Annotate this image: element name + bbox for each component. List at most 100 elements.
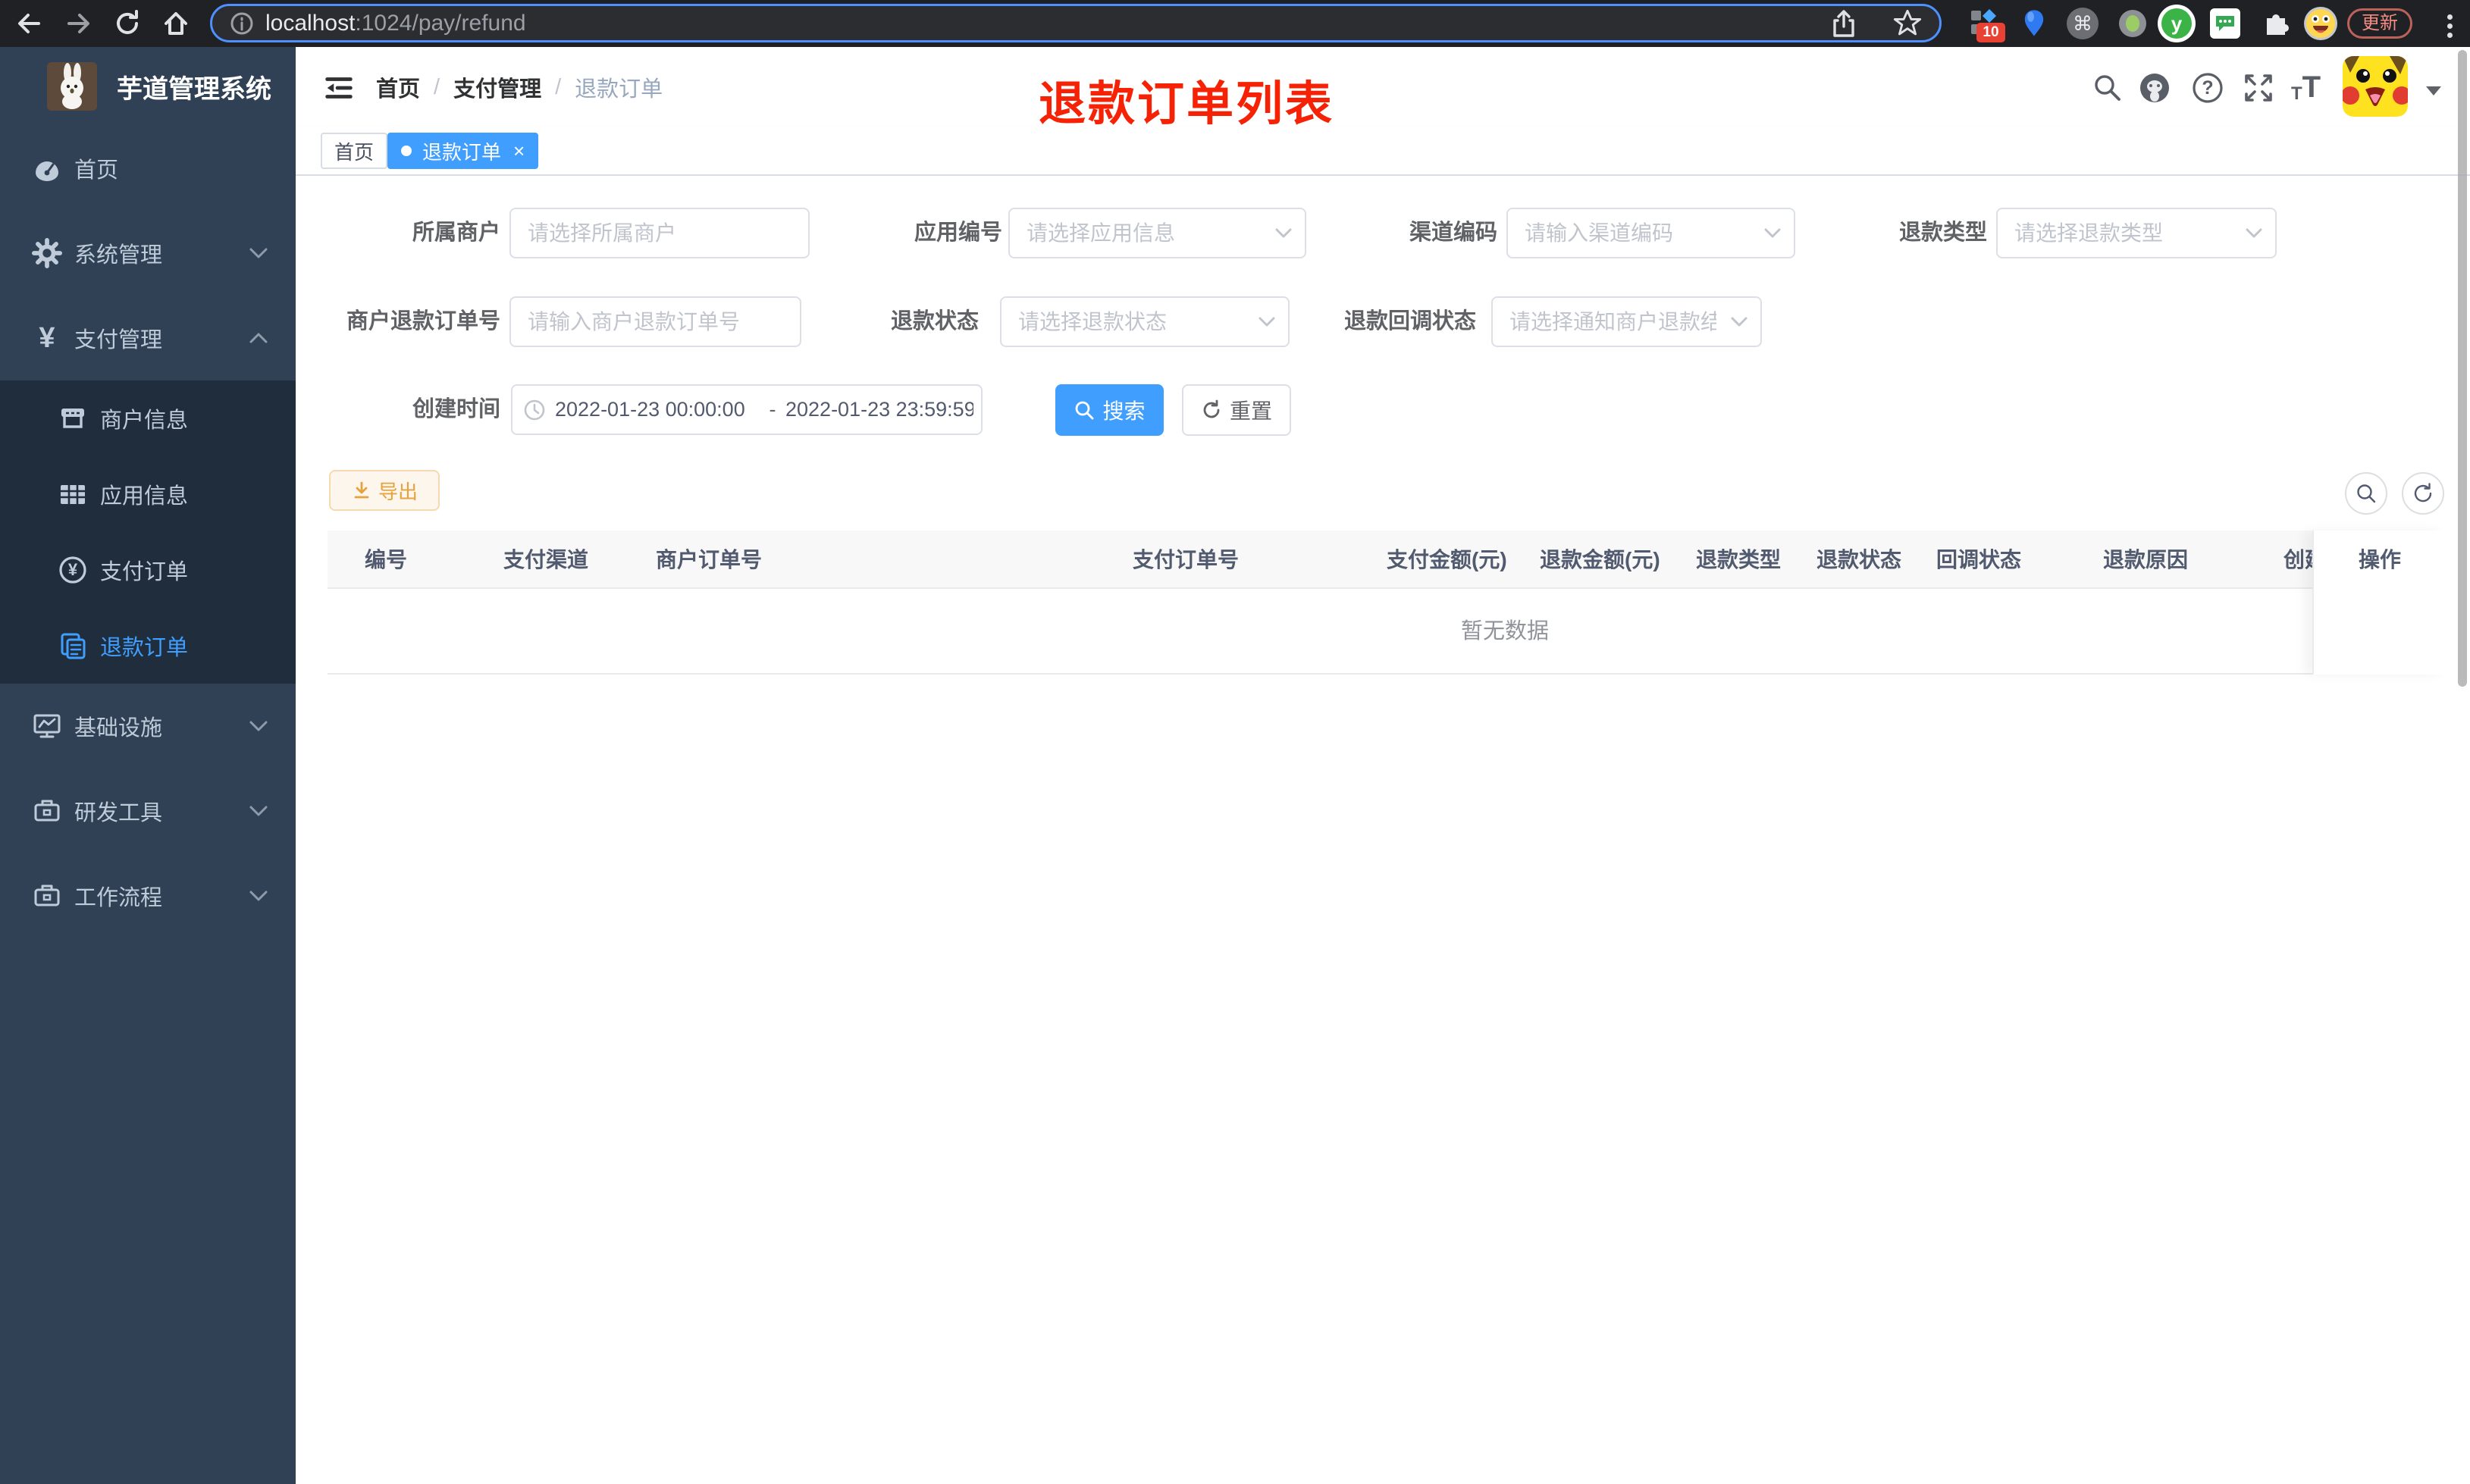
bookmark-star-icon[interactable]	[1892, 8, 1923, 39]
sidebar-item-pay-order[interactable]: ¥ 支付订单	[0, 532, 296, 608]
clock-icon	[523, 399, 546, 421]
chevron-up-icon	[249, 332, 268, 344]
fixed-operation-column: 操作	[2312, 531, 2446, 675]
refund-type-select[interactable]	[1996, 208, 2277, 258]
tab-home[interactable]: 首页	[321, 133, 388, 169]
export-button[interactable]: 导出	[329, 470, 440, 511]
search-button[interactable]: 搜索	[1055, 384, 1164, 436]
channel-input[interactable]	[1508, 209, 1794, 257]
refund-status-select[interactable]	[1000, 296, 1290, 347]
merchant-select[interactable]	[509, 208, 810, 258]
address-bar[interactable]: localhost:1024/pay/refund	[210, 4, 1942, 42]
column-header[interactable]: 操作	[2314, 531, 2446, 589]
extension-y-icon[interactable]: y	[2158, 5, 2196, 42]
search-icon[interactable]	[2091, 71, 2124, 105]
monitor-chart-icon	[30, 709, 64, 743]
site-info-icon[interactable]	[229, 11, 255, 36]
search-icon	[1074, 399, 1095, 421]
tags-view-bar: 首页 退款订单 ×	[296, 127, 2470, 176]
column-header[interactable]: 支付金额(元)	[1387, 531, 1507, 589]
fullscreen-icon[interactable]	[2242, 71, 2275, 105]
download-icon	[351, 480, 372, 501]
active-tab-dot	[401, 146, 412, 156]
browser-menu-icon[interactable]	[2447, 11, 2453, 42]
briefcase-icon	[30, 879, 64, 913]
date-range-start-value[interactable]: 2022-01-23 00:00:00	[555, 398, 760, 421]
column-header[interactable]: 退款原因	[2103, 531, 2188, 589]
sidebar-collapse-icon[interactable]	[321, 70, 356, 105]
tab-refund-order[interactable]: 退款订单 ×	[387, 133, 539, 169]
url-text[interactable]: localhost:1024/pay/refund	[265, 11, 526, 36]
merchant-refund-no-field[interactable]	[509, 296, 801, 347]
profile-avatar-icon[interactable]	[2303, 6, 2338, 41]
sidebar-item-refund-order[interactable]: 退款订单	[0, 608, 296, 684]
top-navbar: 首页 / 支付管理 / 退款订单 退款订单列表 ? T T	[296, 47, 2470, 130]
extensions-puzzle-icon[interactable]	[2261, 8, 2291, 38]
filter-label-notify-status: 退款回调状态	[1343, 309, 1476, 333]
sidebar-item-label: 退款订单	[100, 636, 189, 660]
breadcrumb-home[interactable]: 首页	[376, 71, 420, 103]
breadcrumb-separator: /	[555, 74, 562, 99]
column-header[interactable]: 商户订单号	[656, 531, 762, 589]
column-header[interactable]: 回调状态	[1936, 531, 2021, 589]
column-header[interactable]: 退款类型	[1696, 531, 1781, 589]
extension-command-icon[interactable]: ⌘	[2067, 8, 2099, 39]
y-glyph: y	[2161, 8, 2192, 39]
tab-close-icon[interactable]: ×	[513, 141, 525, 161]
column-header[interactable]: 退款状态	[1816, 531, 1901, 589]
column-header[interactable]: 支付订单号	[1133, 531, 1239, 589]
page-content: 所属商户 应用编号 渠道编码 退款类型 商户退款订单号	[296, 176, 2470, 1484]
refund-type-input[interactable]	[1998, 209, 2275, 257]
column-header[interactable]: 支付渠道	[503, 531, 588, 589]
sidebar-item-system[interactable]: 系统管理	[0, 211, 296, 296]
sidebar-item-label: 应用信息	[100, 484, 189, 509]
github-icon[interactable]	[2138, 71, 2171, 105]
filter-label-refund-status: 退款状态	[890, 309, 979, 333]
share-icon[interactable]	[1830, 8, 1857, 39]
extension-balloon-icon[interactable]	[2020, 8, 2048, 39]
channel-select[interactable]	[1506, 208, 1795, 258]
sidebar-item-merchant-info[interactable]: 商户信息	[0, 380, 296, 456]
page-scrollbar[interactable]	[2458, 50, 2467, 687]
show-search-toggle-button[interactable]	[2345, 472, 2387, 515]
font-size-icon[interactable]: TT	[2291, 70, 2324, 105]
create-time-range-picker[interactable]: 2022-01-23 00:00:00 - 2022-01-23 23:59:5…	[511, 384, 983, 435]
avatar-caret-down-icon[interactable]	[2426, 86, 2441, 95]
notify-status-input[interactable]	[1493, 298, 1760, 346]
date-range-end-value[interactable]: 2022-01-23 23:59:59	[785, 398, 973, 421]
breadcrumb-payment[interactable]: 支付管理	[453, 71, 541, 103]
browser-forward-button[interactable]	[64, 8, 94, 39]
table-body: 暂无数据	[328, 589, 2446, 675]
chevron-down-icon	[1730, 317, 1748, 327]
help-question-icon[interactable]: ?	[2191, 71, 2224, 105]
column-header[interactable]: 编号	[365, 531, 407, 589]
sidebar-item-dev-tools[interactable]: 研发工具	[0, 769, 296, 853]
reset-button-label: 重置	[1229, 399, 1272, 423]
sidebar-item-payment[interactable]: ¥ 支付管理	[0, 296, 296, 380]
extension-chat-icon[interactable]	[2209, 8, 2241, 39]
app-select[interactable]	[1008, 208, 1306, 258]
notify-status-select[interactable]	[1491, 296, 1762, 347]
refresh-table-button[interactable]	[2402, 472, 2444, 515]
column-header[interactable]: 退款金额(元)	[1540, 531, 1660, 589]
shop-icon	[58, 403, 88, 434]
refund-status-input[interactable]	[1001, 298, 1288, 346]
merchant-refund-no-input[interactable]	[511, 298, 800, 346]
refund-order-table: 编号 支付渠道 商户订单号 支付订单号 支付金额(元) 退款金额(元) 退款类型…	[328, 531, 2446, 675]
reset-button[interactable]: 重置	[1182, 384, 1291, 436]
sidebar: 芋道管理系统 首页 系统管理 ¥ 支付管理 商户信息 应用信息 ¥ 支付订单 退…	[0, 47, 296, 1484]
browser-back-button[interactable]	[14, 8, 44, 39]
sidebar-item-app-info[interactable]: 应用信息	[0, 456, 296, 532]
browser-reload-button[interactable]	[112, 8, 143, 39]
browser-home-button[interactable]	[161, 8, 191, 39]
document-copy-icon	[58, 631, 88, 661]
sidebar-logo[interactable]: 芋道管理系统	[0, 47, 296, 126]
sidebar-item-home[interactable]: 首页	[0, 126, 296, 211]
merchant-input[interactable]	[511, 209, 808, 257]
sidebar-item-workflow[interactable]: 工作流程	[0, 853, 296, 938]
app-input[interactable]	[1010, 209, 1305, 257]
user-avatar[interactable]	[2343, 56, 2408, 117]
extension-gray-green-icon[interactable]	[2117, 8, 2149, 39]
sidebar-item-infrastructure[interactable]: 基础设施	[0, 684, 296, 769]
browser-update-button[interactable]: 更新	[2347, 8, 2412, 39]
